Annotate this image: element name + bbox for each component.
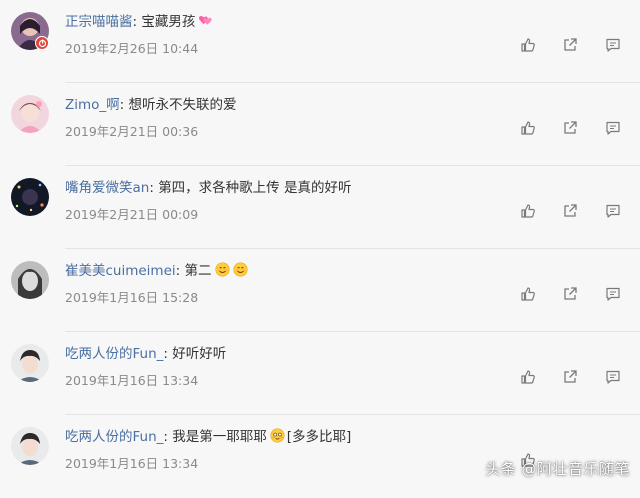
comment-item: 崔美美cuimeimei: 第二 2019年1月16日 15:28	[0, 249, 640, 332]
comment-time: 2019年2月21日 00:36	[65, 124, 199, 139]
comment-icon[interactable]	[604, 202, 622, 220]
username-link[interactable]: 吃两人份的Fun_	[65, 429, 163, 445]
comment-body: 第二	[184, 263, 212, 279]
comment-body: 我是第一耶耶耶	[172, 429, 267, 445]
comment-item: 嘴角爱微笑an: 第四，求各种歌上传 是真的好听 2019年2月21日 00:0…	[0, 166, 640, 249]
comment-actions	[519, 119, 629, 137]
share-icon[interactable]	[561, 119, 579, 137]
comment-icon[interactable]	[604, 285, 622, 303]
comment-time: 2019年1月16日 13:34	[65, 373, 199, 388]
comment-time: 2019年2月26日 10:44	[65, 41, 199, 56]
badge-icon	[35, 36, 49, 50]
username-link[interactable]: 吃两人份的Fun_	[65, 346, 163, 362]
comment-text: 正宗喵喵酱: 宝藏男孩	[65, 10, 213, 30]
comment-actions	[519, 285, 629, 303]
comment-actions	[519, 36, 629, 54]
comment-body: 想听永不失联的爱	[128, 97, 237, 113]
comment-item: 吃两人份的Fun_: 我是第一耶耶耶 [多多比耶] 2019年1月16日 13:3…	[0, 415, 640, 498]
comment-text: 吃两人份的Fun_: 好听好听	[65, 346, 227, 362]
comment-icon[interactable]	[604, 119, 622, 137]
comment-icon[interactable]	[604, 368, 622, 386]
share-icon[interactable]	[561, 202, 579, 220]
comment-time: 2019年2月21日 00:09	[65, 207, 199, 222]
thumbs-up-icon[interactable]	[519, 285, 537, 303]
avatar[interactable]	[11, 95, 49, 133]
blush-emoji-icon	[270, 428, 285, 443]
comment-text: 崔美美cuimeimei: 第二	[65, 259, 248, 279]
comment-body: 宝藏男孩	[141, 14, 196, 30]
comment-actions	[519, 202, 629, 220]
thumbs-up-icon[interactable]	[519, 119, 537, 137]
comment-text: 吃两人份的Fun_: 我是第一耶耶耶 [多多比耶]	[65, 428, 352, 445]
heart-emoji-icon	[199, 15, 212, 25]
comment-actions	[519, 368, 629, 386]
username-link[interactable]: 嘴角爱微笑an	[65, 180, 149, 196]
username-link[interactable]: 崔美美cuimeimei	[65, 263, 176, 279]
avatar[interactable]	[11, 427, 49, 465]
username-link[interactable]: Zimo_啊	[65, 97, 120, 113]
comment-text: 嘴角爱微笑an: 第四，求各种歌上传 是真的好听	[65, 180, 352, 196]
comment-text: Zimo_啊: 想听永不失联的爱	[65, 97, 237, 113]
share-icon[interactable]	[561, 36, 579, 54]
smile-emoji-icon	[232, 262, 248, 277]
comment-item: Zimo_啊: 想听永不失联的爱 2019年2月21日 00:36	[0, 83, 640, 166]
share-icon[interactable]	[561, 285, 579, 303]
comment-time: 2019年1月16日 13:34	[65, 456, 199, 471]
share-icon[interactable]	[561, 368, 579, 386]
thumbs-up-icon[interactable]	[519, 368, 537, 386]
avatar[interactable]	[11, 344, 49, 382]
emoji-text: [多多比耶]	[286, 429, 352, 445]
comment-body: 好听好听	[172, 346, 227, 362]
smile-emoji-icon	[214, 262, 230, 277]
comment-item: 正宗喵喵酱: 宝藏男孩 2019年2月26日 10:44	[0, 0, 640, 83]
comment-body: 第四，求各种歌上传 是真的好听	[158, 180, 352, 196]
comment-item: 吃两人份的Fun_: 好听好听 2019年1月16日 13:34	[0, 332, 640, 415]
watermark-text: 头条 @阿壮音乐随笔	[485, 460, 630, 478]
comment-icon[interactable]	[604, 36, 622, 54]
avatar[interactable]	[11, 261, 49, 299]
thumbs-up-icon[interactable]	[519, 202, 537, 220]
thumbs-up-icon[interactable]	[519, 36, 537, 54]
comment-time: 2019年1月16日 15:28	[65, 290, 199, 305]
avatar[interactable]	[11, 178, 49, 216]
username-link[interactable]: 正宗喵喵酱	[65, 14, 133, 30]
